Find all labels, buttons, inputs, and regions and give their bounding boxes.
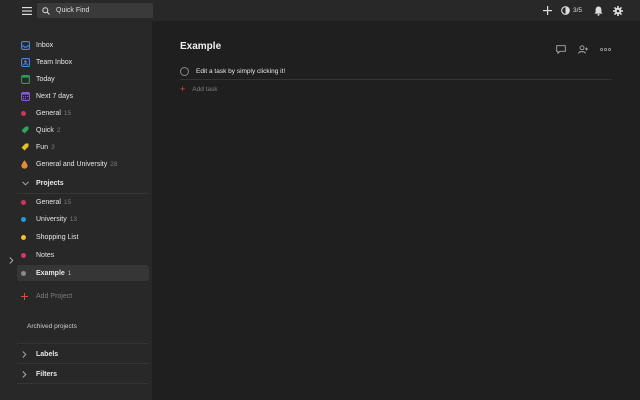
add-task-label: Add task [192,86,218,93]
divider [17,363,149,364]
sidebar-item-general-filter[interactable]: General 15 [17,105,149,121]
productivity-button[interactable]: 3/5 [561,0,582,21]
color-dot-icon [21,216,26,222]
tag-icon [17,143,36,151]
sidebar-item-label: Quick [36,126,54,134]
sidebar-item-next-7-days[interactable]: Next 7 days [17,88,149,104]
item-count: 28 [110,160,118,168]
item-count: 15 [63,109,72,117]
chevron-right-icon[interactable] [9,251,14,269]
labels-section-toggle[interactable]: Labels [17,345,149,363]
color-dot-icon [21,252,26,258]
karma-count: 3/5 [572,7,582,14]
sidebar-item-project-notes[interactable]: Notes [17,247,149,263]
sidebar-item-today[interactable]: Today [17,71,149,87]
labels-heading: Labels [36,350,59,358]
color-dot-icon [21,270,26,276]
sidebar-item-label: Next 7 days [36,92,73,100]
item-count: 1 [67,269,72,277]
sidebar-item-fun[interactable]: Fun 3 [17,139,149,155]
task-checkbox[interactable] [180,66,189,76]
quick-find-input[interactable]: Quick Find [37,3,153,18]
projects-section-toggle[interactable]: Projects [17,174,149,192]
sidebar-item-label: Inbox [36,41,54,49]
add-project-button[interactable]: Add Project [17,288,149,304]
divider [17,383,149,384]
sidebar-item-label: University [36,215,67,223]
sidebar-item-project-university[interactable]: University 13 [17,211,149,227]
drop-icon [17,159,36,169]
sidebar-item-label: Team Inbox [36,58,73,66]
sidebar-item-project-example[interactable]: Example 1 [17,265,149,281]
sidebar-item-inbox[interactable]: Inbox [17,37,149,53]
add-project-label: Add Project [36,292,73,300]
sidebar-item-quick[interactable]: Quick 2 [17,122,149,138]
chevron-right-icon [17,370,36,378]
menu-icon[interactable] [20,5,34,17]
main-content: Example Edit a task by simply clicking i… [152,21,640,400]
more-icon[interactable] [594,43,616,55]
item-count: 2 [56,126,61,134]
search-icon [42,6,50,15]
add-icon[interactable] [541,0,555,21]
sidebar-item-label: General [36,198,61,206]
color-dot-icon [21,199,26,205]
gear-icon[interactable] [611,0,625,21]
item-count: 15 [63,198,72,206]
sidebar-item-project-shopping-list[interactable]: Shopping List [17,229,149,245]
sidebar-item-label: General [36,109,61,117]
chevron-right-icon [17,350,36,358]
bell-icon[interactable] [591,0,605,21]
plus-icon: + [180,84,186,94]
comment-icon[interactable] [550,43,572,55]
sidebar: Inbox Team Inbox Today Next 7 days Gener… [0,21,152,400]
plus-icon [17,292,36,300]
archived-projects-link[interactable]: Archived projects [27,323,77,330]
add-person-icon[interactable] [572,43,594,55]
sidebar-item-label: General and University [36,160,108,168]
sidebar-item-label: Shopping List [36,233,79,241]
inbox-icon [17,40,36,50]
sidebar-item-general-and-university[interactable]: General and University 28 [17,156,149,172]
sidebar-item-label: Today [36,75,55,83]
tag-icon [17,126,36,134]
top-bar: Quick Find 3/5 [0,0,640,21]
chevron-down-icon [17,180,36,186]
item-count: 13 [69,215,77,223]
team-inbox-icon [17,57,36,67]
filters-heading: Filters [36,370,58,378]
sidebar-item-label: Example [36,269,65,277]
task-item[interactable]: Edit a task by simply clicking it! [180,63,612,79]
calendar-today-icon [17,74,36,84]
item-count: 3 [51,143,55,151]
color-dot-icon [21,110,26,116]
search-placeholder: Quick Find [56,7,90,14]
calendar-week-icon [17,91,36,101]
productivity-icon [561,6,570,15]
color-dot-icon [21,234,26,240]
sidebar-item-project-general[interactable]: General 15 [17,194,149,210]
filters-section-toggle[interactable]: Filters [17,365,149,383]
add-task-button[interactable]: + Add task [180,85,218,94]
sidebar-item-label: Fun [36,143,49,151]
task-content[interactable]: Edit a task by simply clicking it! [196,68,285,75]
divider [180,79,612,80]
sidebar-item-team-inbox[interactable]: Team Inbox [17,54,149,70]
divider [17,343,149,344]
sidebar-item-label: Notes [36,251,55,259]
page-title[interactable]: Example [180,41,221,52]
projects-heading: Projects [36,179,64,187]
